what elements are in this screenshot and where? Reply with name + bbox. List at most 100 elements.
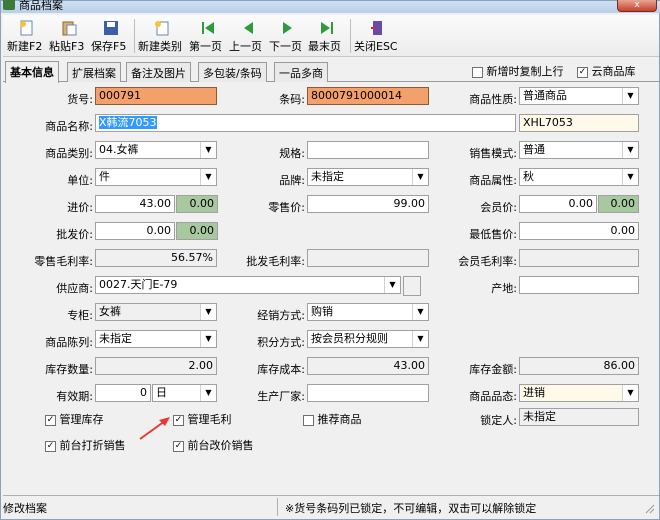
front-price-change-checkbox[interactable]: ✓ [173,440,184,452]
front-price-change-option[interactable]: ✓ 前台改价销售 [173,437,254,453]
status-select[interactable]: 进销 ▼ [519,384,639,402]
manage-stock-option[interactable]: ✓ 管理库存 [45,411,104,427]
points-label: 积分方式: [257,336,305,349]
resize-grip-icon[interactable] [645,504,655,514]
last-page-button[interactable]: 最末页 [308,17,346,55]
dropdown-arrow-icon: ▼ [200,169,216,185]
spec-field[interactable] [307,141,429,159]
category-select[interactable]: 04.女裤 ▼ [95,141,217,159]
dropdown-arrow-icon: ▼ [200,142,216,158]
prev-page-icon [244,22,253,34]
close-window-button[interactable]: x [617,0,657,12]
dropdown-arrow-icon: ▼ [622,142,638,158]
validity-field[interactable]: 0 [95,384,151,402]
front-discount-checkbox[interactable]: ✓ [45,440,56,452]
dropdown-arrow-icon: ▼ [200,304,216,320]
recommend-option[interactable]: 推荐商品 [303,411,362,427]
status-bar: 修改档案 ※货号条码列已锁定，不可编辑，双击可以解除锁定 [3,495,659,517]
paste-button[interactable]: 粘贴F3 [49,17,89,55]
retail-margin-field: 56.57% [95,249,217,267]
manage-margin-checkbox[interactable]: ✓ [173,414,184,426]
copy-on-new-checkbox[interactable] [472,66,483,78]
min-price-label: 最低售价: [469,228,517,241]
operation-label: 经销方式: [257,309,305,322]
title-bar: 商品档案 x [1,0,660,13]
save-disk-icon [104,21,118,35]
next-page-button[interactable]: 下一页 [269,17,307,55]
new-category-icon [155,21,169,36]
nature-select[interactable]: 普通商品 ▼ [519,87,639,105]
toolbar: 新建F2 粘贴F3 保存F5 新建类别 第一页 上一页 下一页 最末页 关闭ES… [3,15,659,57]
recommend-checkbox[interactable] [303,414,314,426]
purchase-price-field[interactable]: 43.00 [95,195,175,213]
item-no-field[interactable]: 000791 [95,87,217,105]
dropdown-arrow-icon: ▼ [200,331,216,347]
first-page-button[interactable]: 第一页 [189,17,227,55]
close-esc-button[interactable]: 关闭ESC [354,17,400,55]
tab-extended[interactable]: 扩展档案 [67,62,121,82]
prev-page-button[interactable]: 上一页 [229,17,267,55]
new-doc-icon [20,20,33,36]
front-discount-option[interactable]: ✓ 前台打折销售 [45,437,126,453]
name-field[interactable]: X韩流7053 [95,114,516,132]
validity-unit-select[interactable]: 日 ▼ [152,384,217,402]
stock-cost-field: 43.00 [307,357,429,375]
sales-mode-label: 销售模式: [469,147,517,160]
retail-margin-label: 零售毛利率: [34,255,93,268]
manage-margin-option[interactable]: ✓ 管理毛利 [173,411,232,427]
origin-field[interactable] [519,276,639,294]
supplier-browse-button[interactable] [403,276,421,296]
wholesale-price-field[interactable]: 0.00 [95,222,175,240]
supplier-select[interactable]: 0027.天门E-79 ▼ [95,276,401,294]
supplier-label: 供应商: [56,282,93,295]
member-price-field[interactable]: 0.00 [519,195,597,213]
tab-multi-package[interactable]: 多包装/条码 [198,62,267,82]
member-margin-field [519,249,639,267]
attribute-select[interactable]: 秋 ▼ [519,168,639,186]
name-label: 商品名称: [45,120,93,133]
points-select[interactable]: 按会员积分规则 ▼ [307,330,429,348]
stock-amount-field: 86.00 [519,357,639,375]
tab-notes-images[interactable]: 备注及图片 [126,62,191,82]
stock-cost-label: 库存成本: [257,363,305,376]
member-price-extra: 0.00 [598,195,639,213]
operation-select[interactable]: 购销 ▼ [307,303,429,321]
brand-select[interactable]: 未指定 ▼ [307,168,429,186]
locker-field: 未指定 [519,408,639,426]
window-title: 商品档案 [19,0,63,12]
min-price-field[interactable]: 0.00 [519,222,639,240]
unit-select[interactable]: 件 ▼ [95,168,217,186]
cloud-db-option[interactable]: ✓ 云商品库 [577,63,636,79]
name-code-field[interactable]: XHL7053 [519,114,639,132]
new-category-button[interactable]: 新建类别 [138,17,186,55]
tab-multi-supplier[interactable]: 一品多商 [274,62,328,82]
purchase-price-label: 进价: [67,201,93,214]
new-button[interactable]: 新建F2 [7,17,47,55]
display-select[interactable]: 未指定 ▼ [95,330,217,348]
tab-basic-info[interactable]: 基本信息 [5,61,59,83]
wholesale-margin-field [307,249,429,267]
origin-label: 产地: [491,282,517,295]
nature-label: 商品性质: [469,93,517,106]
sales-mode-select[interactable]: 普通 ▼ [519,141,639,159]
barcode-field[interactable]: 8000791000014 [307,87,429,105]
cloud-db-checkbox[interactable]: ✓ [577,66,588,78]
next-page-icon [283,22,292,34]
status-label: 商品品态: [469,390,517,403]
stock-qty-label: 库存数量: [45,363,93,376]
attribute-label: 商品属性: [469,174,517,187]
dropdown-arrow-icon: ▼ [384,277,400,293]
retail-price-field[interactable]: 99.00 [307,195,429,213]
dropdown-arrow-icon: ▼ [622,88,638,104]
copy-on-new-option[interactable]: 新增时复制上行 [472,63,564,79]
item-no-label: 货号: [67,93,93,106]
counter-select[interactable]: 女裤 ▼ [95,303,217,321]
wholesale-price-extra: 0.00 [176,222,218,240]
dropdown-arrow-icon: ▼ [412,304,428,320]
dropdown-arrow-icon: ▼ [622,385,638,401]
save-button[interactable]: 保存F5 [91,17,131,55]
manufacturer-field[interactable] [307,384,429,402]
dropdown-arrow-icon: ▼ [200,385,216,401]
manage-stock-checkbox[interactable]: ✓ [45,414,56,426]
member-price-label: 会员价: [480,201,517,214]
